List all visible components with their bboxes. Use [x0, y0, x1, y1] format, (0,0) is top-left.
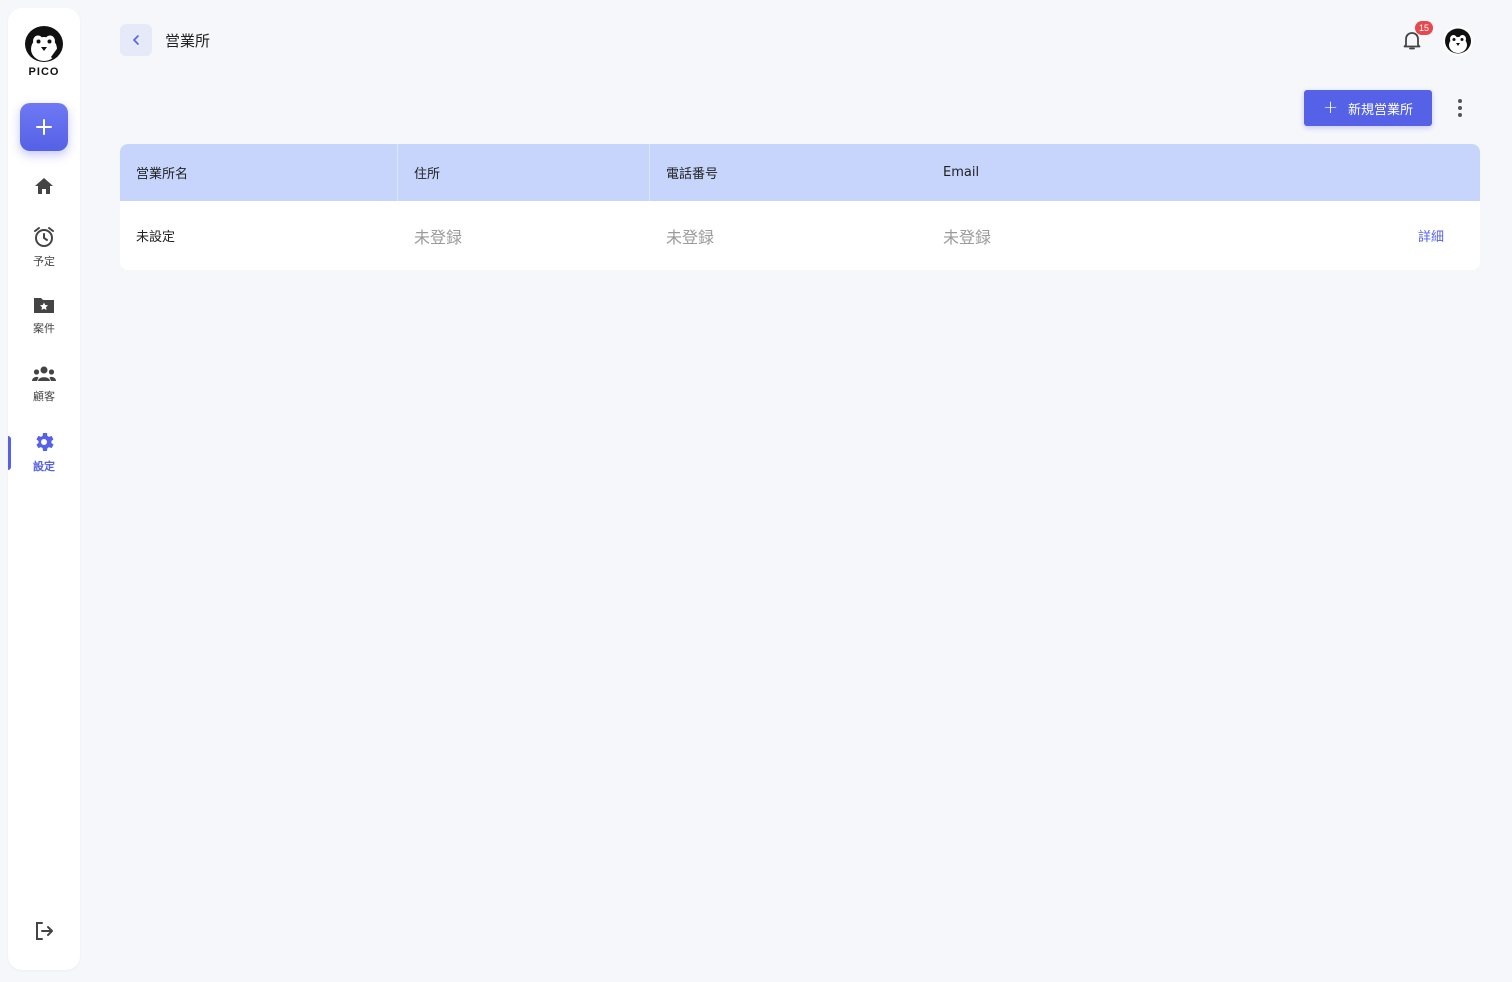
detail-link[interactable]: 詳細 — [1418, 226, 1444, 245]
address-cell: 未登録 — [414, 227, 463, 247]
column-divider — [649, 144, 650, 201]
sidebar-item-projects[interactable]: 案件 — [8, 294, 80, 336]
office-name-cell: 未設定 — [136, 230, 176, 245]
phone-cell: 未登録 — [666, 227, 715, 247]
new-office-label: 新規営業所 — [1348, 102, 1414, 118]
kebab-dot — [1458, 113, 1462, 117]
column-header-email: Email — [943, 165, 980, 180]
notification-badge: 15 — [1415, 21, 1433, 35]
plus-icon — [36, 119, 52, 135]
table-row[interactable]: 未設定 未登録 未登録 未登録 詳細 — [120, 201, 1480, 270]
logo-text: PICO — [28, 66, 60, 78]
back-button[interactable] — [120, 24, 152, 56]
table-header: 営業所名 住所 電話番号 Email — [120, 144, 1480, 201]
email-cell: 未登録 — [943, 227, 992, 247]
gear-icon — [36, 433, 54, 451]
plus-icon: + — [1322, 97, 1339, 118]
avatar[interactable] — [1443, 26, 1473, 56]
logout-button[interactable] — [32, 919, 56, 943]
kebab-dot — [1458, 99, 1462, 103]
chevron-left-icon — [133, 35, 139, 45]
page-title: 営業所 — [165, 32, 211, 50]
column-header-address: 住所 — [414, 167, 441, 182]
new-office-button[interactable]: + 新規営業所 — [1304, 90, 1432, 126]
alarm-clock-icon — [34, 227, 54, 247]
sidebar-item-label: 顧客 — [33, 390, 55, 403]
column-header-office-name: 営業所名 — [136, 167, 189, 182]
column-header-phone: 電話番号 — [666, 167, 719, 182]
create-button[interactable] — [20, 103, 68, 151]
sidebar-item-schedule[interactable]: 予定 — [8, 225, 80, 269]
sidebar-item-label: 設定 — [33, 460, 55, 473]
sidebar-item-customers[interactable]: 顧客 — [8, 364, 80, 404]
group-icon — [32, 366, 56, 381]
penguin-avatar-icon — [1443, 26, 1473, 56]
penguin-logo-icon — [25, 26, 63, 62]
home-icon — [35, 178, 53, 194]
app-logo[interactable]: PICO — [8, 24, 80, 78]
more-menu-button[interactable] — [1450, 96, 1470, 120]
sidebar-item-label: 予定 — [33, 255, 55, 268]
office-table: 営業所名 住所 電話番号 Email 未設定 未登録 未登録 未登録 詳細 — [120, 144, 1480, 270]
sidebar-item-home[interactable] — [8, 176, 80, 196]
sidebar: PICO 予定 案件 顧客 設定 — [8, 8, 80, 970]
column-divider — [397, 144, 398, 201]
logout-icon — [36, 922, 53, 940]
kebab-dot — [1458, 106, 1462, 110]
sidebar-item-settings[interactable]: 設定 — [8, 430, 80, 474]
folder-star-icon — [34, 298, 54, 313]
sidebar-item-label: 案件 — [33, 322, 55, 335]
